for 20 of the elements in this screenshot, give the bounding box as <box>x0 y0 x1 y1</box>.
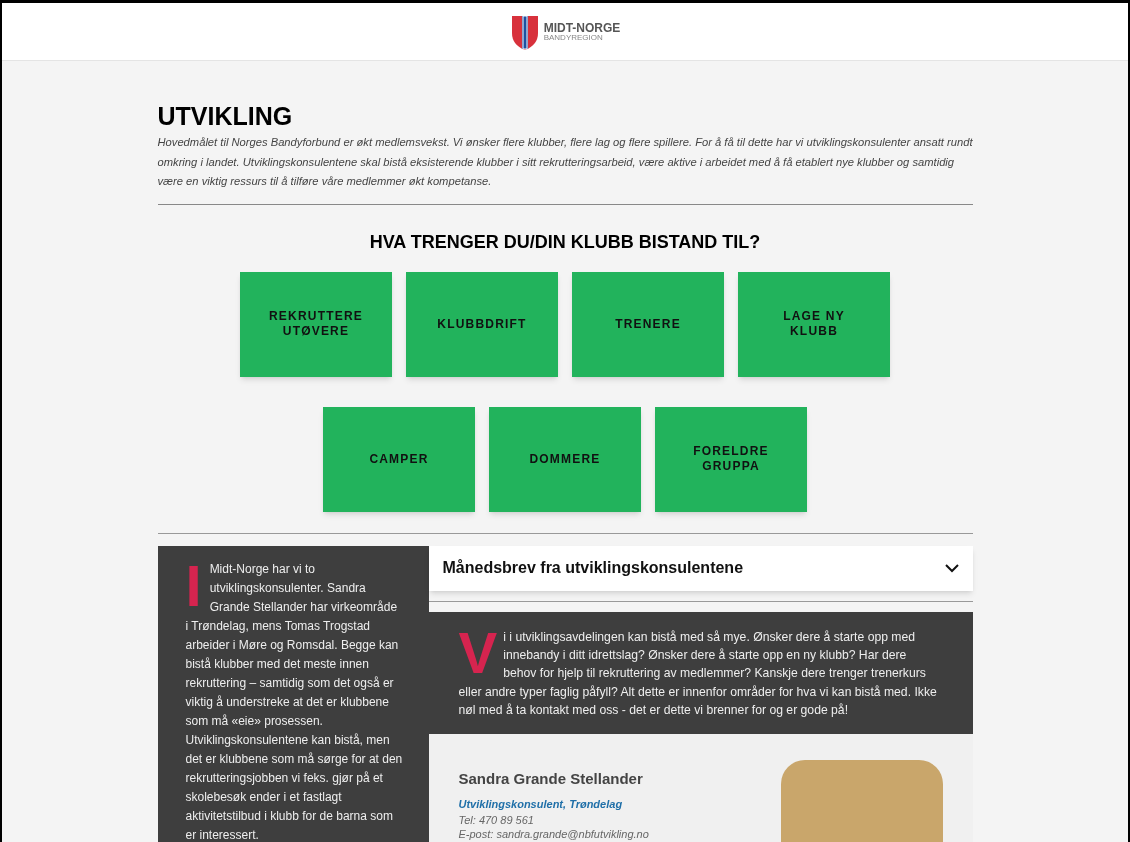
accordion-header[interactable]: Månedsbrev fra utviklingskonsulentene <box>428 545 973 591</box>
page-title: UTVIKLING <box>157 101 294 131</box>
topic-tile[interactable]: KLUBBDRIFT <box>406 271 558 377</box>
topic-tile[interactable]: LAGE NY KLUBB <box>738 271 890 377</box>
section-heading: HVA TRENGER DU/DIN KLUBB BISTAND TIL? <box>368 230 762 254</box>
contact-name: Sandra Grande Stellander <box>458 768 644 789</box>
contact-phone: Tel: 470 89 561 <box>458 812 535 827</box>
chevron-down-icon <box>944 563 959 573</box>
contact-email: E-post: sandra.grande@nbfutvikling.no <box>458 826 649 841</box>
topic-tile[interactable]: TRENERE <box>572 271 724 377</box>
drop-cap: V <box>458 627 498 678</box>
topic-tile[interactable]: FORELDRE GRUPPA <box>655 406 807 512</box>
drop-cap: I <box>185 561 202 610</box>
intro-paragraph: Hovedmålet til Norges Bandyforbund er økt medlemsvekst. Vi ønsker flere klubber, flere lag og flere spillere. For å få til dette har vi utviklingskonsulenter ansatt rundt omkring i landet. Utviklingskonsulentene skal bistå eksisterende klubber i sitt rekrutteringsarbeid, være aktive i arbeidet med å få etablert nye klubber og samtidig være en viktig ressurs til å tilføre våre medlemmer økt kompetanse. <box>157 133 973 205</box>
logo-subtitle: BANDYREGION <box>543 33 604 42</box>
contact-role: Utviklingskonsulent, Trøndelag <box>458 797 624 812</box>
topic-tile[interactable]: REKRUTTERE UTØVERE <box>240 271 392 377</box>
topic-tile[interactable]: DOMMERE <box>489 406 641 512</box>
logo-title: MIDT-NORGE <box>543 21 621 34</box>
topic-tile[interactable]: CAMPER <box>323 406 475 512</box>
